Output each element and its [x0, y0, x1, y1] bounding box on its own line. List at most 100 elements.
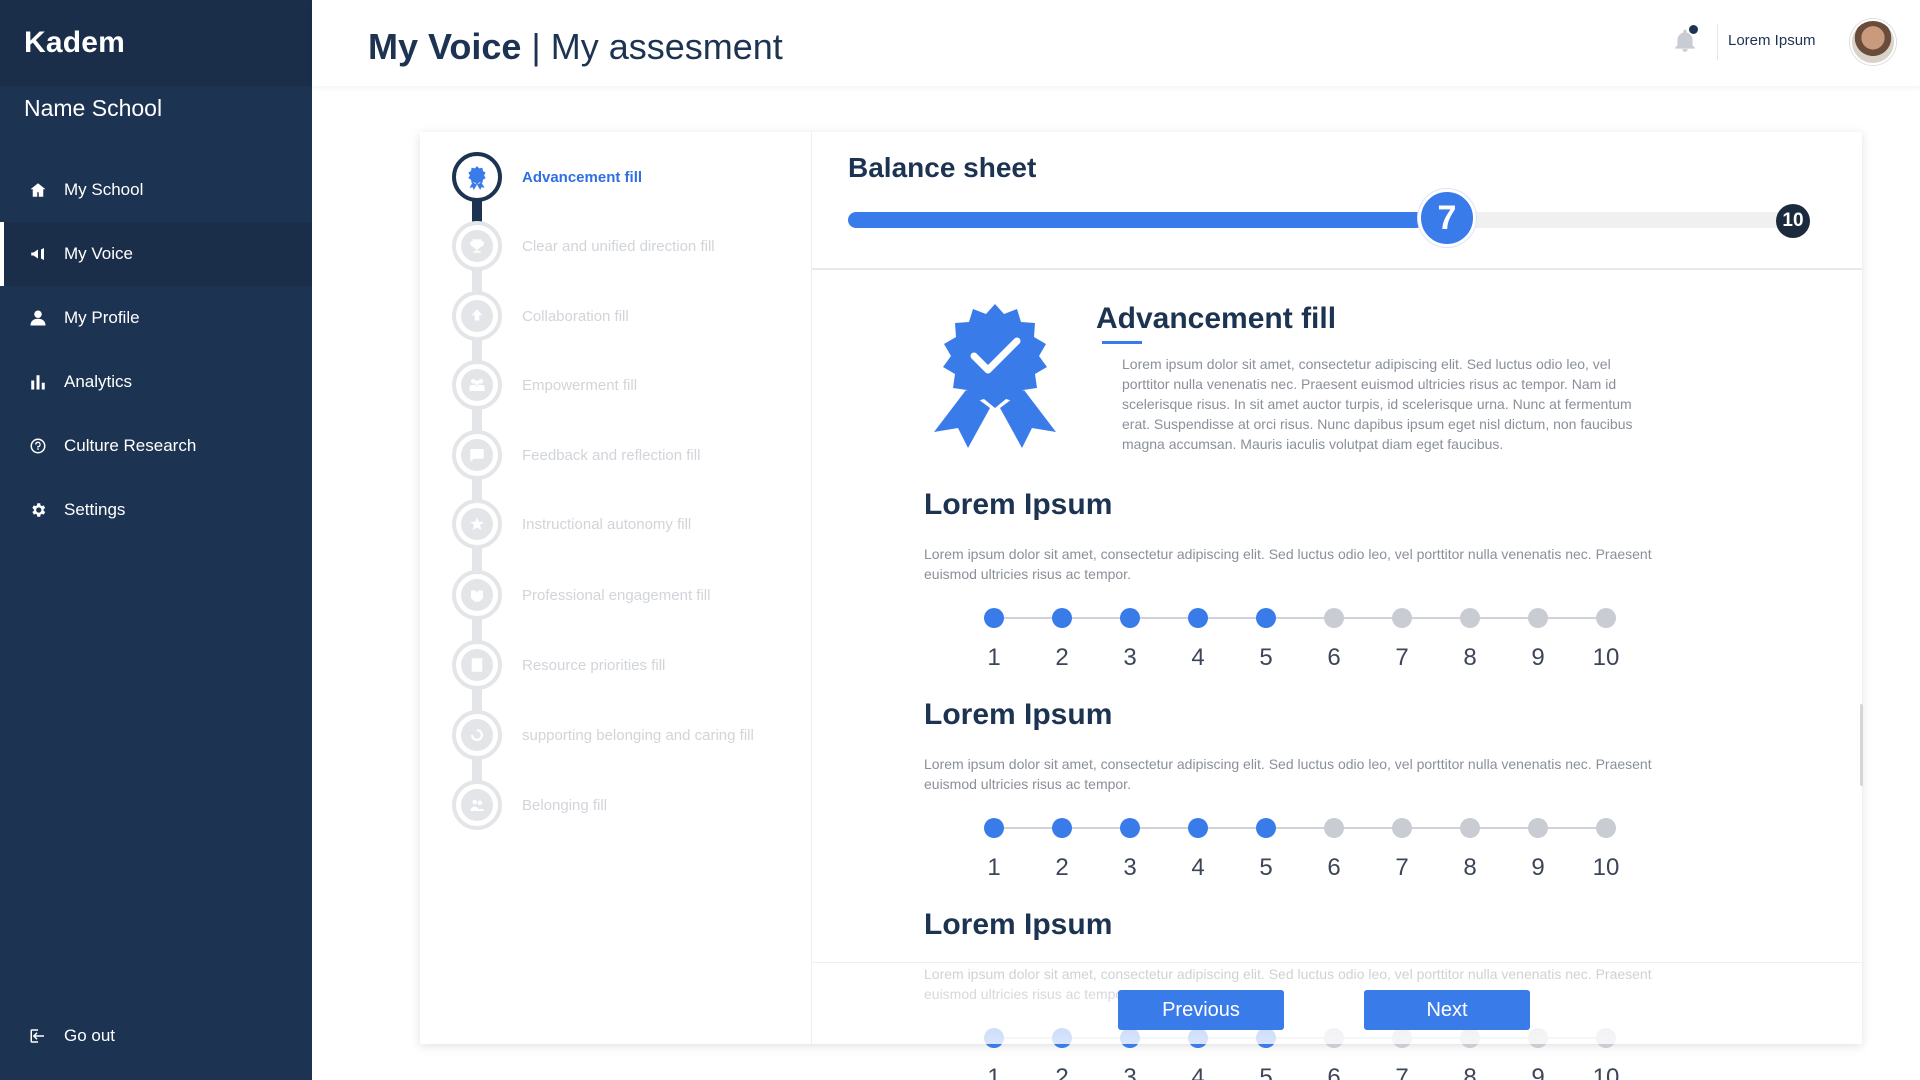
- sign-out-icon: [28, 1026, 48, 1046]
- rating-number: 3: [1123, 1064, 1137, 1080]
- question-block: Lorem Ipsum Lorem ipsum dolor sit amet, c…: [924, 698, 1684, 888]
- sidebar-item-label: My Voice: [64, 244, 133, 263]
- step-item[interactable]: Collaboration fill: [452, 291, 629, 341]
- rating-number: 2: [1055, 1064, 1069, 1080]
- page-title-rest: | My assesment: [521, 26, 783, 67]
- rating-dot[interactable]: [1256, 608, 1276, 628]
- header-divider: [1717, 24, 1718, 60]
- step-inner: [461, 579, 493, 611]
- step-item[interactable]: Resource priorities fill: [452, 640, 665, 690]
- step-label: Resource priorities fill: [522, 656, 666, 674]
- rating-number: 3: [1123, 854, 1137, 881]
- question-circle-icon: [28, 436, 48, 456]
- rating-dot[interactable]: [1324, 608, 1344, 628]
- rating-dot[interactable]: [1188, 608, 1208, 628]
- user-icon: [28, 308, 48, 328]
- rating-number: 4: [1191, 854, 1205, 881]
- step-item[interactable]: Feedback and reflection fill: [452, 430, 700, 480]
- rating-dot[interactable]: [1256, 818, 1276, 838]
- rating-dot[interactable]: [1528, 608, 1548, 628]
- rating-number: 9: [1531, 854, 1545, 881]
- sidebar-item-culture-research[interactable]: Culture Research: [0, 414, 312, 478]
- rating-number: 10: [1592, 644, 1620, 671]
- page-title: My Voice | My assesment: [368, 26, 783, 68]
- rating-dot[interactable]: [984, 608, 1004, 628]
- rating-number: 5: [1259, 854, 1273, 881]
- rating-dot[interactable]: [1596, 608, 1616, 628]
- top-header: My Voice | My assesment Lorem Ipsum: [312, 0, 1920, 86]
- rating-number: 7: [1395, 854, 1409, 881]
- step-item[interactable]: Instructional autonomy fill: [452, 499, 691, 549]
- step-label: supporting belonging and caring fill: [522, 726, 754, 744]
- rating-dot[interactable]: [1596, 818, 1616, 838]
- rating-scale: 1 2 3 4 5 6 7 8 9 10: [984, 818, 1624, 888]
- avatar[interactable]: [1850, 19, 1896, 65]
- rating-number: 4: [1191, 1064, 1205, 1080]
- section-title: Advancement fill: [1096, 302, 1337, 335]
- logout-label: Go out: [64, 1026, 116, 1045]
- step-circle: [452, 570, 502, 620]
- step-label: Empowerment fill: [522, 376, 638, 394]
- rating-dot[interactable]: [1188, 818, 1208, 838]
- steps-panel: Advancement fill Clear and unified direct…: [420, 132, 812, 1044]
- star-badge-icon: [470, 517, 484, 530]
- award-icon: [468, 166, 486, 190]
- step-item[interactable]: Belonging fill: [452, 780, 607, 830]
- sidebar-item-my-voice[interactable]: My Voice: [0, 222, 312, 286]
- rating-dot[interactable]: [1460, 818, 1480, 838]
- step-item[interactable]: Professional engagement fill: [452, 570, 710, 620]
- step-item[interactable]: Advancement fill: [452, 152, 642, 202]
- step-circle: [452, 710, 502, 760]
- question-text: Lorem ipsum dolor sit amet, consectetur …: [924, 756, 1652, 792]
- rating-dot[interactable]: [1392, 818, 1412, 838]
- checklist-icon: [471, 658, 483, 672]
- step-inner: [461, 161, 493, 193]
- step-item[interactable]: Empowerment fill: [452, 360, 637, 410]
- content-scrollbar[interactable]: [1860, 704, 1863, 786]
- rating-dot[interactable]: [1324, 818, 1344, 838]
- sidebar-item-my-profile[interactable]: My Profile: [0, 286, 312, 350]
- rating-dot[interactable]: [1052, 608, 1072, 628]
- sidebar-item-my-school[interactable]: My School: [0, 158, 312, 222]
- upload-icon: [471, 309, 483, 321]
- rating-number: 8: [1463, 1064, 1477, 1080]
- logout-button[interactable]: Go out: [0, 1004, 312, 1068]
- brand-logo[interactable]: Kadem: [0, 0, 312, 86]
- scale-line: [996, 617, 1616, 619]
- sidebar-item-analytics[interactable]: Analytics: [0, 350, 312, 414]
- balance-progress-max: 10: [1776, 204, 1810, 238]
- next-button[interactable]: Next: [1364, 990, 1530, 1030]
- rating-dot[interactable]: [1052, 818, 1072, 838]
- rating-dot[interactable]: [1120, 608, 1140, 628]
- question-title: Lorem Ipsum: [924, 698, 1113, 731]
- step-label: Professional engagement fill: [522, 586, 711, 604]
- previous-button[interactable]: Previous: [1118, 990, 1284, 1030]
- step-item[interactable]: supporting belonging and caring fill: [452, 710, 754, 760]
- gear-icon: [28, 500, 48, 520]
- step-item[interactable]: Clear and unified direction fill: [452, 221, 715, 271]
- step-inner: [461, 719, 493, 751]
- balance-progress-knob[interactable]: 7: [1418, 189, 1476, 247]
- rating-dot[interactable]: [1120, 818, 1140, 838]
- people-icon: [470, 799, 485, 811]
- rating-number: 2: [1055, 854, 1069, 881]
- user-name[interactable]: Lorem Ipsum: [1728, 32, 1816, 49]
- step-label: Belonging fill: [522, 796, 608, 814]
- rating-number: 10: [1592, 1064, 1620, 1080]
- rating-number: 5: [1259, 644, 1273, 671]
- school-name: Name School: [24, 94, 163, 121]
- sidebar-item-label: Analytics: [64, 372, 133, 391]
- step-label: Instructional autonomy fill: [522, 515, 692, 533]
- hand-care-icon: [471, 729, 483, 741]
- notification-dot: [1689, 25, 1698, 34]
- sidebar-item-settings[interactable]: Settings: [0, 478, 312, 542]
- rating-dot[interactable]: [984, 818, 1004, 838]
- rating-dot[interactable]: [1460, 608, 1480, 628]
- rating-dot[interactable]: [1392, 608, 1412, 628]
- sidebar-item-label: Culture Research: [64, 436, 197, 455]
- question-title: Lorem Ipsum: [924, 488, 1113, 521]
- rating-dot[interactable]: [1528, 818, 1548, 838]
- step-circle: [452, 221, 502, 271]
- trophy-icon: [470, 239, 484, 253]
- chat-icon: [470, 449, 484, 462]
